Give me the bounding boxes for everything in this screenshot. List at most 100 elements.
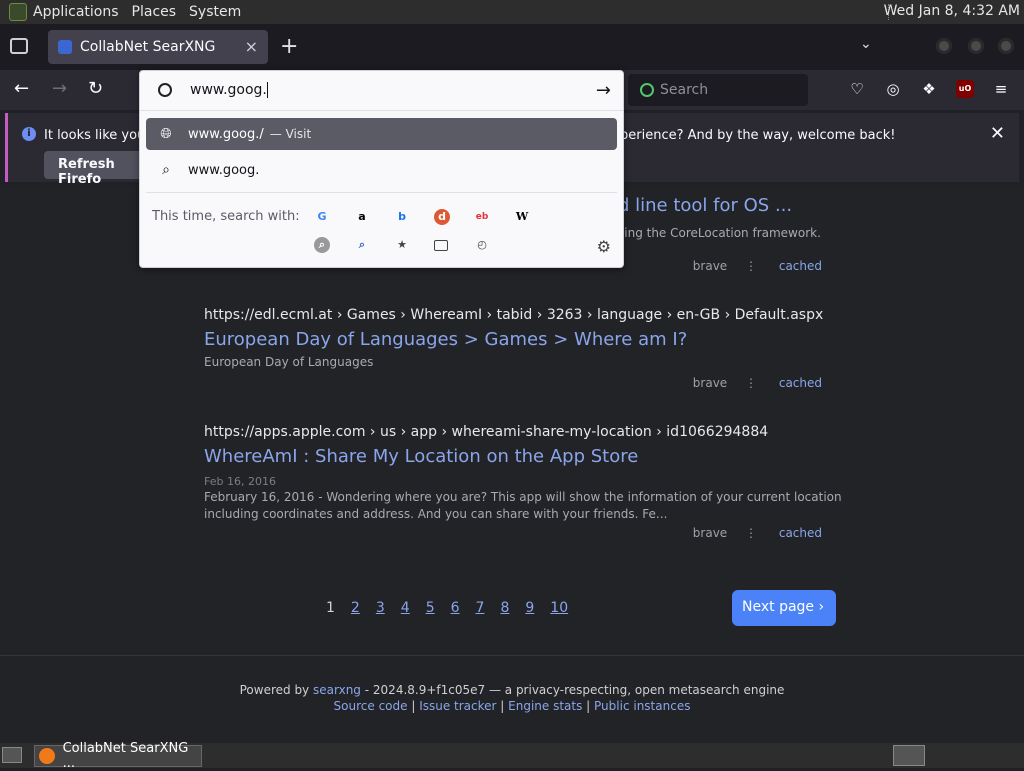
cached-link[interactable]: cached	[779, 376, 822, 390]
result-title[interactable]: European Day of Languages > Games > Wher…	[204, 329, 844, 350]
page-6[interactable]: 6	[451, 600, 460, 616]
kebab-icon[interactable]: ⋮	[745, 259, 757, 273]
tab-bar: CollabNet SearXNG × + ⌄	[0, 24, 1024, 70]
searxng-link[interactable]: searxng	[313, 683, 361, 697]
cached-link[interactable]: cached	[779, 259, 822, 273]
menu-places[interactable]: Places	[132, 4, 177, 20]
gear-icon[interactable]: ⚙	[597, 237, 611, 256]
os-taskbar: CollabNet SearXNG ...	[0, 741, 1024, 771]
search-bar[interactable]: Search	[628, 74, 808, 106]
result-description: February 16, 2016 - Wondering where you …	[204, 490, 842, 521]
version-text: - 2024.8.9+f1c05e7 — a privacy-respectin…	[364, 683, 785, 697]
menu-applications[interactable]: Applications	[33, 4, 119, 20]
issue-tracker-link[interactable]: Issue tracker	[419, 699, 496, 713]
page-7[interactable]: 7	[476, 600, 485, 616]
os-logo-icon[interactable]	[9, 3, 27, 21]
powered-by-label: Powered by	[239, 683, 310, 697]
source-code-link[interactable]: Source code	[334, 699, 408, 713]
reload-icon[interactable]: ↻	[88, 78, 103, 99]
amazon-icon[interactable]: a	[354, 209, 370, 225]
google-icon[interactable]: G	[314, 209, 330, 225]
forward-arrow-icon[interactable]: →	[52, 78, 67, 99]
suggestion-visit[interactable]: 🌐︎ www.goog./ — Visit	[146, 118, 617, 150]
engine-stats-link[interactable]: Engine stats	[508, 699, 582, 713]
kebab-icon[interactable]: ⋮	[745, 376, 757, 390]
result-item: https://edl.ecml.at › Games › WhereamI ›…	[204, 307, 844, 371]
page-3[interactable]: 3	[376, 600, 385, 616]
result-title[interactable]: WhereAmI : Share My Location on the App …	[204, 446, 844, 467]
pocket-icon[interactable]: ♡	[848, 80, 866, 98]
result-description: European Day of Languages	[204, 355, 374, 369]
tab-close-icon[interactable]: ×	[245, 37, 258, 56]
notification-text-end: perience? And by the way, welcome back!	[620, 128, 896, 143]
go-arrow-icon[interactable]: →	[596, 80, 611, 101]
page-1: 1	[326, 600, 335, 616]
firefox-icon	[39, 748, 55, 764]
hamburger-menu-icon[interactable]: ≡	[992, 80, 1010, 98]
new-tab-button[interactable]: +	[280, 34, 298, 59]
next-page-button[interactable]: Next page ›	[732, 590, 836, 626]
workspace-switcher[interactable]	[893, 745, 925, 766]
result-title[interactable]: d line tool for OS ...	[618, 195, 792, 216]
kebab-icon[interactable]: ⋮	[745, 526, 757, 540]
ublock-icon[interactable]: uO	[956, 80, 974, 98]
history-clock-icon[interactable]: ◴	[474, 237, 490, 253]
os-top-panel: Applications Places System Wed Jan 8, 4:…	[0, 0, 1024, 24]
ebay-icon[interactable]: eb	[474, 209, 490, 225]
searxng-add-icon[interactable]: ⌕	[354, 237, 370, 253]
footer: Powered by searxng - 2024.8.9+f1c05e7 — …	[239, 683, 785, 713]
result-meta: brave ⋮ cached	[693, 259, 822, 273]
bookmarks-star-icon[interactable]: ★	[394, 237, 410, 253]
tab-title: CollabNet SearXNG	[80, 39, 216, 55]
tab-collabnet-searxng[interactable]: CollabNet SearXNG ×	[48, 30, 268, 64]
result-meta: brave ⋮ cached	[693, 526, 822, 540]
notification-close-icon[interactable]: ✕	[990, 123, 1005, 144]
search-icon	[158, 83, 172, 97]
suggestion-text: www.goog.	[188, 162, 260, 178]
tab-list-icon[interactable]	[10, 38, 28, 54]
suggestion-text: www.goog./	[188, 126, 264, 142]
urlbar-popup: www.goog. → 🌐︎ www.goog./ — Visit ⌕ www.…	[139, 70, 624, 268]
chevron-down-icon[interactable]: ⌄	[860, 36, 872, 52]
search-with-label: This time, search with:	[152, 209, 300, 224]
duckduckgo-icon[interactable]: d	[434, 209, 450, 225]
info-icon: i	[22, 127, 36, 141]
result-date: Feb 16, 2016	[204, 475, 276, 488]
page-8[interactable]: 8	[500, 600, 509, 616]
pagination: 1 2 3 4 5 6 7 8 9 10	[326, 600, 584, 616]
url-input[interactable]: www.goog.	[190, 82, 268, 98]
page-2[interactable]: 2	[351, 600, 360, 616]
result-engine: brave	[692, 526, 728, 540]
result-url[interactable]: https://edl.ecml.at › Games › WhereamI ›…	[204, 307, 844, 323]
account-icon[interactable]: ◎	[884, 80, 902, 98]
result-url[interactable]: https://apps.apple.com › us › app › wher…	[204, 424, 844, 440]
page-4[interactable]: 4	[401, 600, 410, 616]
page-5[interactable]: 5	[426, 600, 435, 616]
urlbar-input-row[interactable]: www.goog. →	[140, 71, 623, 111]
show-desktop-icon[interactable]	[2, 747, 22, 763]
suggestion-search[interactable]: ⌕ www.goog.	[146, 154, 617, 186]
suggestion-sub: — Visit	[269, 127, 312, 141]
searx-icon[interactable]: ⌕	[314, 237, 330, 253]
wikipedia-icon[interactable]: W	[514, 209, 530, 225]
menu-system[interactable]: System	[189, 4, 241, 20]
maximize-button[interactable]	[968, 38, 984, 54]
cached-link[interactable]: cached	[779, 526, 822, 540]
minimize-button[interactable]	[936, 38, 952, 54]
taskbar-firefox-window[interactable]: CollabNet SearXNG ...	[34, 741, 202, 771]
page-10[interactable]: 10	[550, 600, 568, 616]
page-9[interactable]: 9	[525, 600, 534, 616]
clock[interactable]: Wed Jan 8, 4:32 AM	[884, 3, 1020, 19]
bing-icon[interactable]: b	[394, 209, 410, 225]
tabs-icon[interactable]	[434, 240, 448, 251]
result-item: https://apps.apple.com › us › app › wher…	[204, 424, 844, 523]
close-window-button[interactable]	[998, 38, 1014, 54]
result-engine: brave	[692, 259, 728, 273]
extensions-icon[interactable]: ❖	[920, 80, 938, 98]
result-engine: brave	[692, 376, 728, 390]
search-bar-placeholder: Search	[660, 82, 709, 98]
public-instances-link[interactable]: Public instances	[594, 699, 690, 713]
taskbar-task-label: CollabNet SearXNG ...	[62, 741, 189, 771]
result-description: sing the CoreLocation framework.	[618, 226, 821, 240]
back-arrow-icon[interactable]: ←	[14, 78, 29, 99]
